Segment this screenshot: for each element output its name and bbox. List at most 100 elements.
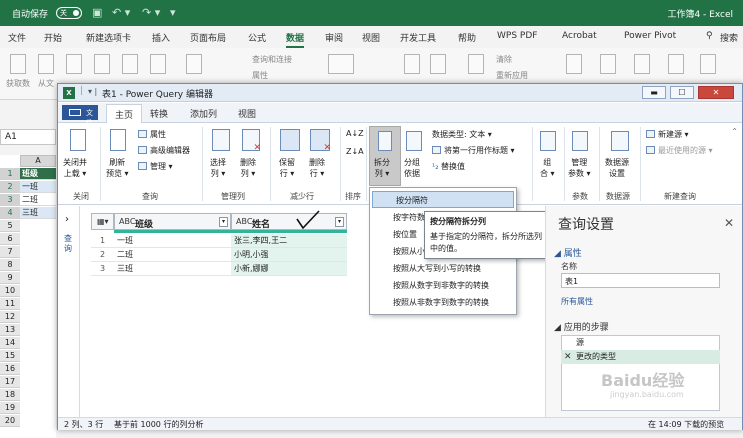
- sort-ascending-icon[interactable]: A↓Z: [346, 129, 364, 138]
- clear-label[interactable]: 清除: [496, 54, 512, 65]
- manage-parameters-button[interactable]: 管理 参数 ▾: [568, 157, 591, 179]
- remove-rows-icon[interactable]: [310, 129, 331, 153]
- from-web-icon[interactable]: [66, 54, 82, 74]
- queries-connections-label[interactable]: 查询和连接: [252, 54, 292, 65]
- get-data-label[interactable]: 获取数: [6, 78, 30, 89]
- save-icon[interactable]: ▣: [92, 6, 102, 19]
- close-load-button[interactable]: 关闭并 上载 ▾: [63, 157, 87, 179]
- advanced-editor-button[interactable]: 高级编辑器: [138, 145, 190, 156]
- split-digit-to-nondigit[interactable]: 按照从数字到非数字的转换: [370, 277, 516, 294]
- row-header[interactable]: 20: [0, 415, 20, 427]
- remove-columns-button[interactable]: 删除 列 ▾: [240, 157, 256, 179]
- properties-label[interactable]: 属性: [252, 70, 268, 81]
- name-box[interactable]: A1: [0, 129, 56, 145]
- filter-dropdown-icon[interactable]: ▾: [219, 217, 228, 227]
- tab-view[interactable]: 视图: [362, 31, 380, 44]
- qat-dropdown-icon[interactable]: ▾ |: [88, 87, 97, 96]
- autosave-toggle[interactable]: 关: [56, 7, 82, 19]
- refresh-all-icon[interactable]: [186, 54, 202, 74]
- tab-developer[interactable]: 开发工具: [400, 31, 436, 44]
- group-by-icon[interactable]: [406, 131, 422, 151]
- stocks-icon[interactable]: [328, 54, 354, 74]
- data-cell[interactable]: 二班: [114, 248, 231, 262]
- combine-button[interactable]: 组 合 ▾: [540, 157, 555, 179]
- split-by-delimiter[interactable]: 按分隔符: [372, 191, 514, 208]
- data-cell[interactable]: 张三,李四,王二: [231, 234, 347, 248]
- row-header[interactable]: 9: [0, 272, 20, 284]
- from-table-icon[interactable]: [94, 54, 110, 74]
- row-number[interactable]: 3: [91, 262, 114, 276]
- data-cell[interactable]: 小明,小强: [231, 248, 347, 262]
- tab-acrobat[interactable]: Acrobat: [562, 31, 597, 41]
- delete-step-icon[interactable]: ✕: [564, 350, 572, 364]
- undo-icon[interactable]: ↶ ▾: [112, 6, 130, 19]
- data-cell[interactable]: 小新,娜娜: [231, 262, 347, 276]
- get-data-icon[interactable]: [10, 54, 26, 74]
- qat-menu-icon[interactable]: ▾: [170, 6, 176, 19]
- filter-dropdown-icon[interactable]: ▾: [335, 217, 344, 227]
- reapply-label[interactable]: 重新应用: [496, 70, 528, 81]
- tab-transform[interactable]: 转换: [150, 107, 168, 120]
- column-header-a[interactable]: A: [20, 155, 56, 167]
- row-header[interactable]: 17: [0, 376, 20, 388]
- sort-az-icon[interactable]: [430, 54, 446, 74]
- row-header[interactable]: 18: [0, 389, 20, 401]
- tab-review[interactable]: 审阅: [325, 31, 343, 44]
- from-text-label[interactable]: 从文: [38, 78, 54, 89]
- tab-new[interactable]: 新建选项卡: [86, 31, 131, 44]
- text-type-icon[interactable]: ABC: [119, 217, 135, 226]
- new-source-button[interactable]: 新建源 ▾: [646, 129, 689, 140]
- remove-rows-button[interactable]: 删除 行 ▾: [309, 157, 325, 179]
- row-header[interactable]: 5: [0, 220, 20, 232]
- query-name-input[interactable]: 表1: [561, 273, 720, 288]
- group-by-button[interactable]: 分组 依据: [404, 157, 420, 179]
- queries-pane-collapsed[interactable]: › 查询: [58, 206, 80, 417]
- row-header[interactable]: 7: [0, 246, 20, 258]
- row-header[interactable]: 1: [0, 168, 20, 180]
- sheet-cell[interactable]: 班级: [20, 168, 56, 180]
- column-header-name[interactable]: ABC 姓名 ▾: [231, 213, 347, 230]
- flash-fill-icon[interactable]: [600, 54, 616, 74]
- tab-view[interactable]: 视图: [238, 107, 256, 120]
- data-source-settings-icon[interactable]: [611, 131, 629, 151]
- properties-button[interactable]: 属性: [138, 129, 166, 140]
- sheet-cell[interactable]: 二班: [20, 194, 56, 206]
- keep-rows-icon[interactable]: [280, 129, 300, 151]
- applied-steps-section[interactable]: ◢ 应用的步骤: [554, 320, 609, 333]
- consolidate-icon[interactable]: [700, 54, 716, 74]
- first-row-header-button[interactable]: 将第一行用作标题 ▾: [432, 145, 515, 156]
- existing-conn-icon[interactable]: [150, 54, 166, 74]
- row-header[interactable]: 3: [0, 194, 20, 206]
- all-properties-link[interactable]: 所有属性: [561, 296, 593, 307]
- sheet-cell[interactable]: 一班: [20, 181, 56, 193]
- row-header[interactable]: 6: [0, 233, 20, 245]
- refresh-preview-button[interactable]: 刷新 预览 ▾: [106, 157, 129, 179]
- remove-columns-icon[interactable]: [242, 129, 261, 153]
- step-changed-type[interactable]: ✕ 更改的类型: [561, 350, 720, 364]
- tab-home[interactable]: 开始: [44, 31, 62, 44]
- row-header[interactable]: 4: [0, 207, 20, 219]
- tab-formulas[interactable]: 公式: [248, 31, 266, 44]
- row-header[interactable]: 12: [0, 311, 20, 323]
- data-source-settings-button[interactable]: 数据源 设置: [605, 157, 629, 179]
- table-menu-icon[interactable]: ▦▾: [91, 213, 114, 230]
- replace-values-button[interactable]: ¹₂ 替换值: [432, 161, 465, 172]
- choose-columns-icon[interactable]: [212, 129, 230, 151]
- split-nondigit-to-digit[interactable]: 按照从非数字到数字的转换: [370, 294, 516, 311]
- refresh-preview-icon[interactable]: [110, 129, 126, 151]
- sort-icon[interactable]: [404, 54, 420, 74]
- sheet-cell[interactable]: 三班: [20, 207, 56, 219]
- combine-icon[interactable]: [540, 131, 556, 151]
- keep-rows-button[interactable]: 保留 行 ▾: [279, 157, 295, 179]
- split-upper-to-lower[interactable]: 按照从大写到小写的转换: [370, 260, 516, 277]
- queries-pane-label[interactable]: 查询: [64, 234, 74, 254]
- row-header[interactable]: 10: [0, 285, 20, 297]
- row-header[interactable]: 15: [0, 350, 20, 362]
- tab-insert[interactable]: 插入: [152, 31, 170, 44]
- remove-dup-icon[interactable]: [634, 54, 650, 74]
- chevron-right-icon[interactable]: ›: [65, 214, 69, 225]
- close-load-icon[interactable]: [70, 129, 86, 151]
- tab-data[interactable]: 数据: [286, 31, 305, 48]
- maximize-button[interactable]: ☐: [670, 86, 694, 99]
- row-number[interactable]: 1: [91, 234, 114, 248]
